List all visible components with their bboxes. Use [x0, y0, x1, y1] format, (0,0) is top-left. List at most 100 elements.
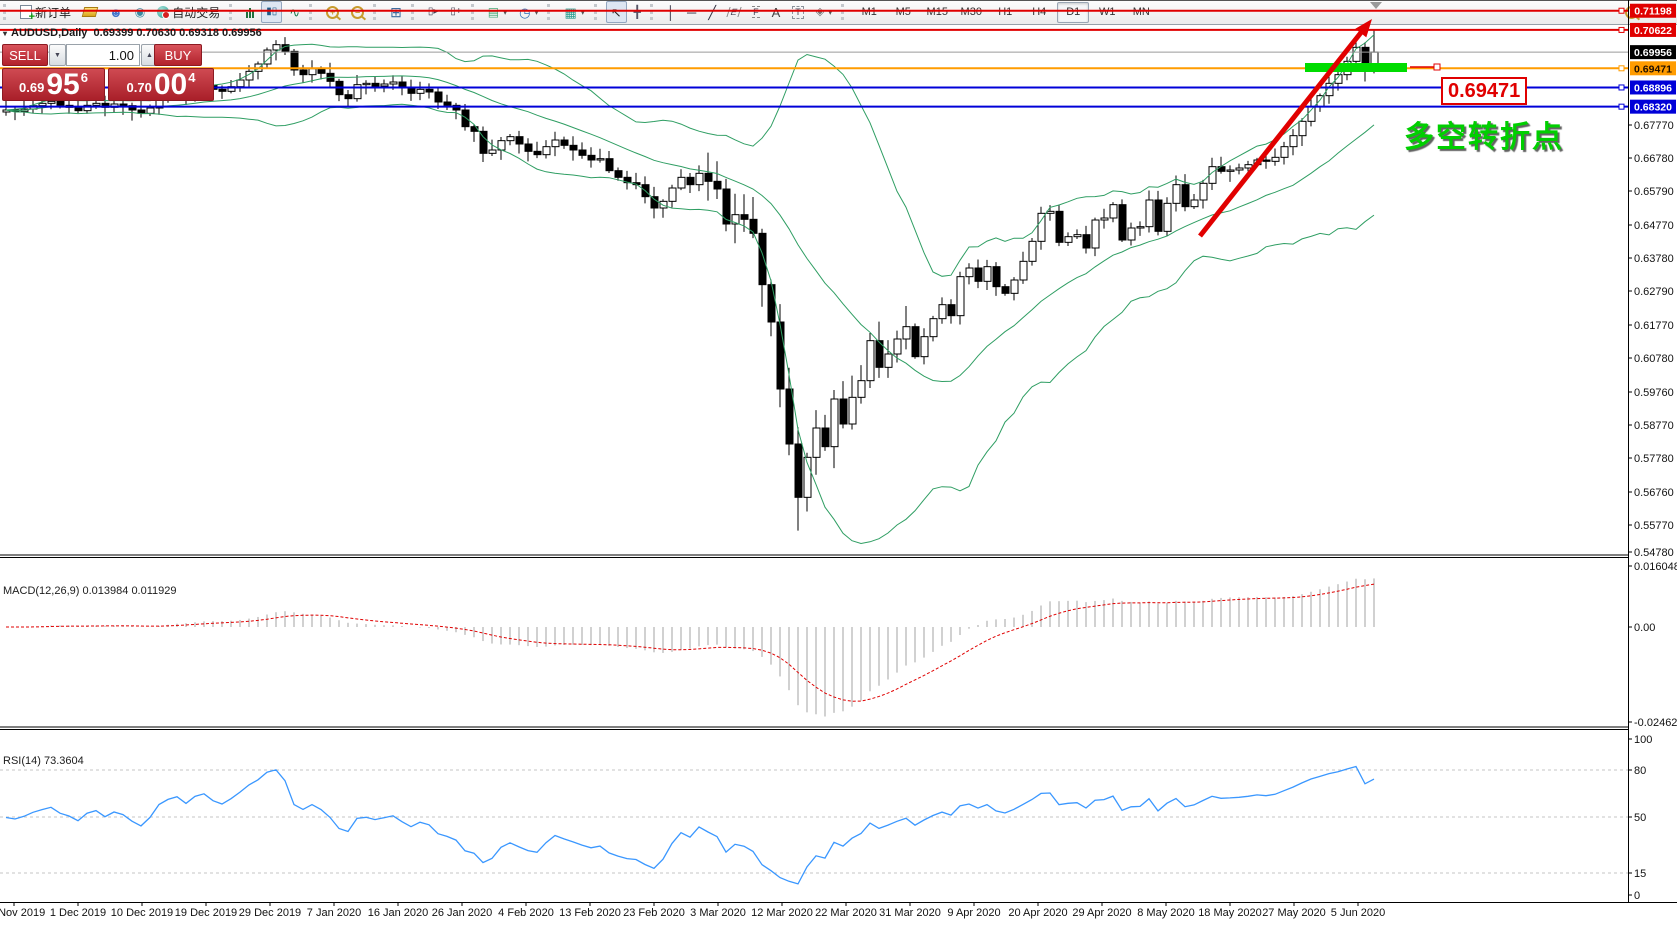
candle-body [1245, 165, 1252, 168]
sell-button[interactable]: SELL [2, 44, 48, 66]
date-label: 29 Apr 2020 [1072, 907, 1131, 919]
candle-body [921, 337, 928, 357]
candle-body [507, 137, 514, 141]
candle-body [723, 189, 730, 224]
turning-point-annotation[interactable]: 多空转折点 [1404, 112, 1564, 156]
candle-body [1101, 218, 1108, 220]
rsi-indicator-label: RSI(14) 73.3604 [3, 755, 84, 767]
sell-price-small: 0.69 [19, 80, 44, 95]
mt4-window: 新订单☻◉自动交易▮▯∿+–⊞▯▸▯+▤▾◷▾▦▾↖╋│─╱EFAT◈▾M1M5… [0, 0, 1677, 944]
buy-price-sup: 4 [188, 70, 195, 85]
price-tick-label: 0.60780 [1634, 353, 1674, 365]
candle-body [903, 327, 910, 339]
candle-body [426, 89, 433, 92]
candle-body [714, 181, 721, 189]
candle-body [57, 101, 64, 105]
candle-body [597, 159, 604, 160]
candle-body [417, 89, 424, 93]
candle-body [1137, 227, 1144, 228]
level-lines [0, 8, 1629, 109]
candle-body [300, 70, 307, 75]
candle-body [975, 268, 982, 281]
volume-decrease-button[interactable]: ▼ [49, 44, 66, 66]
date-label: 22 Mar 2020 [815, 907, 877, 919]
price-tick-label: 0.67770 [1634, 120, 1674, 132]
candle-body [309, 69, 316, 75]
price-tick-label: 0.54780 [1634, 547, 1674, 559]
rsi-line [6, 767, 1374, 884]
price-chip-label: 0.69956 [1634, 47, 1672, 59]
candle-body [390, 82, 397, 84]
candle-body [489, 150, 496, 153]
price-scale: 0.677700.667800.657900.647700.637800.627… [1629, 4, 1677, 902]
rsi-scale-label: 50 [1634, 812, 1646, 824]
candle-body [1110, 205, 1117, 218]
candle-body [831, 399, 838, 447]
macd-scale-label: -0.024625 [1634, 717, 1677, 729]
date-label: 4 Feb 2020 [498, 907, 554, 919]
candle-body [1308, 107, 1315, 122]
candle-body [381, 84, 388, 86]
candle-body [1083, 235, 1090, 248]
candle-body [516, 137, 523, 144]
date-label: 31 Mar 2020 [879, 907, 941, 919]
candle-body [138, 110, 145, 113]
candle-body [75, 107, 82, 110]
trend-arrow[interactable] [1200, 30, 1363, 236]
candle-body [705, 173, 712, 181]
candle-body [669, 188, 676, 201]
price-chip-label: 0.70622 [1634, 25, 1672, 37]
bollinger-bands [6, 35, 1374, 544]
macd-signal-value: 0.011929 [131, 585, 176, 597]
candle-body [1002, 287, 1009, 294]
candles-layer [3, 30, 1378, 531]
candle-body [120, 104, 127, 106]
rsi-scale-label: 80 [1634, 765, 1646, 777]
date-label: 10 Dec 2019 [111, 907, 173, 919]
candle-body [786, 389, 793, 444]
candle-body [993, 267, 1000, 287]
buy-price-small: 0.70 [127, 80, 152, 95]
buy-price-tile[interactable]: 0.70 00 4 [108, 68, 214, 101]
candle-body [822, 428, 829, 447]
buy-button[interactable]: BUY [154, 44, 202, 66]
candle-body [273, 45, 280, 50]
candle-body [849, 397, 856, 424]
candle-body [1011, 280, 1018, 293]
green-support-bar[interactable] [1305, 63, 1407, 72]
volume-input[interactable]: 1.00 [66, 44, 140, 66]
candle-body [966, 268, 973, 277]
chart-menu-triangle-icon[interactable]: ▾ [3, 29, 7, 38]
price-flag-annotation[interactable]: 0.69471 [1441, 77, 1527, 105]
candle-body [1173, 185, 1180, 204]
macd-main-value: 0.013984 [82, 585, 128, 597]
candle-body [1164, 203, 1171, 231]
date-label: 12 Mar 2020 [751, 907, 813, 919]
rsi-scale-label: 15 [1634, 868, 1646, 880]
candle-body [1263, 160, 1270, 161]
candle-body [552, 140, 559, 147]
candle-body [462, 110, 469, 127]
one-click-top-row: SELL ▼ 1.00 ▲ BUY [2, 44, 214, 66]
candle-body [777, 322, 784, 389]
macd-name: MACD(12,26,9) [3, 585, 79, 597]
candle-body [579, 150, 586, 155]
candle-body [939, 305, 946, 319]
macd-scale-label: 0.00 [1634, 622, 1655, 634]
date-label: 3 Mar 2020 [690, 907, 746, 919]
date-label: 27 May 2020 [1262, 907, 1326, 919]
price-tick-label: 0.64770 [1634, 220, 1674, 232]
candle-body [561, 140, 568, 145]
candle-body [48, 101, 55, 103]
sell-price-tile[interactable]: 0.69 95 6 [2, 68, 105, 101]
candle-body [894, 339, 901, 354]
candle-body [651, 197, 658, 208]
date-label: 23 Feb 2020 [623, 907, 685, 919]
price-tick-label: 0.59760 [1634, 387, 1674, 399]
shift-marker-icon [1370, 2, 1382, 9]
candle-body [984, 267, 991, 282]
candle-body [1191, 200, 1198, 207]
candle-body [93, 103, 100, 105]
candle-body [1074, 235, 1081, 237]
date-label: 13 Feb 2020 [559, 907, 621, 919]
